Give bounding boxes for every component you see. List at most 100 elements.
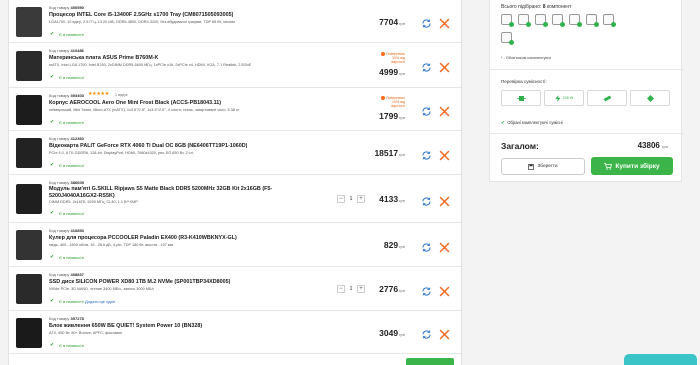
check-icon: ✔ xyxy=(50,254,55,260)
component-row: Код товару 400550 Процесор INTEL Core i5-… xyxy=(9,0,461,43)
product-specs: ATX, 650 Вт, 80+ Bronze, APFC, фіксовані xyxy=(49,331,122,335)
check-icon: ✔ xyxy=(50,298,55,304)
product-code: Код товару 416853 xyxy=(49,228,84,233)
divider xyxy=(490,69,683,70)
rating-stars: ★★★★★ xyxy=(88,91,109,97)
code-value: 408837 xyxy=(70,272,84,277)
product-image[interactable] xyxy=(16,230,42,260)
replace-icon[interactable] xyxy=(421,327,432,339)
product-specs: DIMM DDR5, 2x16ГБ, 5200 МГц, CL40, 1.1 В… xyxy=(49,200,138,204)
price-value: 4133 xyxy=(379,194,399,204)
cpu-icon[interactable] xyxy=(501,14,514,27)
obligatory-note: * - Обов'язкові комплектуючі xyxy=(501,56,552,60)
add-another-link[interactable]: Додати ще один xyxy=(85,299,115,304)
replace-icon[interactable] xyxy=(421,194,432,206)
code-value: 410486 xyxy=(70,48,84,53)
product-image[interactable] xyxy=(16,274,42,304)
compat-title: Перевірка сумісності: xyxy=(501,79,547,84)
increase-button[interactable]: + xyxy=(357,195,365,203)
motherboard-icon[interactable] xyxy=(518,14,531,27)
replace-icon[interactable] xyxy=(421,104,432,116)
reviews-link[interactable]: 1 відгук xyxy=(115,93,127,97)
delete-icon[interactable] xyxy=(439,148,450,160)
product-image[interactable] xyxy=(16,94,42,125)
decrease-button[interactable]: − xyxy=(337,285,345,293)
product-image[interactable] xyxy=(16,6,42,37)
increase-button[interactable]: + xyxy=(357,285,365,293)
product-specs: LGA1700, 10 ядер, 2.5 ГГц, L3 20 МБ, DDR… xyxy=(49,20,235,24)
save-icon xyxy=(528,163,535,170)
product-image[interactable] xyxy=(16,317,42,348)
gpu-icon[interactable] xyxy=(552,14,565,27)
psu-icon[interactable] xyxy=(501,32,514,45)
code-label: Код товару xyxy=(49,316,70,321)
delete-icon[interactable] xyxy=(439,327,450,340)
replace-icon[interactable] xyxy=(421,148,432,160)
delete-icon[interactable] xyxy=(439,16,450,29)
product-price: 2776грн xyxy=(379,284,405,294)
product-specs: PCIe 4.0, 8 ГБ GDDR6, 128-bit, DisplayPo… xyxy=(49,151,194,155)
check-icon: ✔ xyxy=(50,210,55,216)
quantity-stepper[interactable]: −1 + xyxy=(337,285,365,293)
delete-icon[interactable] xyxy=(439,284,450,296)
delete-icon[interactable] xyxy=(439,194,450,206)
cart-icon xyxy=(604,162,613,170)
delete-icon[interactable] xyxy=(439,240,450,252)
product-title[interactable]: Відеокарта PALIT GeForce RTX 4060 Ti Dua… xyxy=(49,143,247,149)
product-specs: медь, 400...1800 об/хв, 16...28.6 дБ, 4-… xyxy=(49,243,174,247)
case-icon[interactable] xyxy=(535,14,548,27)
quantity-value[interactable]: 1 xyxy=(347,286,355,292)
buy-build-button[interactable]: Купити збірку xyxy=(591,157,673,175)
cooler-icon[interactable] xyxy=(586,14,599,27)
check-icon: ✔ xyxy=(50,119,55,125)
quantity-value[interactable]: 1 xyxy=(347,196,355,202)
promo-line: вартості xyxy=(391,59,405,64)
stock-status: Є в наявності xyxy=(59,255,85,260)
next-button[interactable] xyxy=(406,358,454,365)
component-list: Код товару 400550 Процесор INTEL Core i5-… xyxy=(8,0,462,365)
product-title[interactable]: Кулер для процесора PCCOOLER Paladin EX4… xyxy=(49,235,237,241)
replace-icon[interactable] xyxy=(421,284,432,296)
product-title[interactable]: Модуль пам'яті G.SKILL Ripjaws S5 Matte … xyxy=(49,186,272,192)
code-value: 400550 xyxy=(70,5,84,10)
product-title[interactable]: Процесор INTEL Core i5-13400F 2.5GHz s17… xyxy=(49,12,233,18)
check-icon: ✔ xyxy=(50,74,55,80)
product-code: Код товару 386605 xyxy=(49,180,84,185)
product-price: 829грн xyxy=(384,240,405,250)
component-row: Код товару 393403 ★★★★★ 1 відгук Корпус AER… xyxy=(9,88,461,131)
product-image[interactable] xyxy=(16,50,42,81)
product-title[interactable]: Блок живлення 650W BE QUIET! System Powe… xyxy=(49,323,202,329)
quantity-stepper[interactable]: −1 + xyxy=(337,195,365,203)
delete-icon[interactable] xyxy=(439,60,450,73)
product-title-cont[interactable]: 5200J4040A16GX2-RS5K) xyxy=(49,193,115,199)
replace-icon[interactable] xyxy=(421,60,432,72)
replace-icon[interactable] xyxy=(421,16,432,28)
price-value: 4999 xyxy=(379,66,399,77)
replace-icon[interactable] xyxy=(421,240,432,252)
promo-icon xyxy=(381,51,386,56)
delete-icon[interactable] xyxy=(439,104,450,117)
product-title[interactable]: Корпус AEROCOOL Aero One Mini Frost Blac… xyxy=(49,100,221,106)
product-image[interactable] xyxy=(16,184,42,214)
price-value: 3049 xyxy=(379,327,399,338)
save-button[interactable]: Зберегти xyxy=(501,158,585,175)
product-title[interactable]: SSD диск SILICON POWER XD80 1TB M.2 NVMe… xyxy=(49,279,230,285)
product-code: Код товару 410486 xyxy=(49,48,84,53)
product-title[interactable]: Материнська плата ASUS Prime B760M-K xyxy=(49,55,158,61)
price-currency: грн xyxy=(399,70,405,76)
chat-widget[interactable] xyxy=(624,354,697,365)
ram-icon[interactable] xyxy=(569,14,582,27)
cashback-promo: Повернемо 10% від вартості xyxy=(381,52,405,65)
product-image[interactable] xyxy=(16,138,42,168)
bolt-icon xyxy=(555,94,561,102)
decrease-button[interactable]: − xyxy=(337,195,345,203)
price-currency: грн xyxy=(399,198,405,203)
ssd-icon[interactable] xyxy=(603,14,616,27)
component-row: Код товару 410486 Материнська плата ASUS … xyxy=(9,43,461,88)
diamond-icon xyxy=(646,94,654,102)
compat-checks: 326 W xyxy=(501,90,670,106)
price-value: 7704 xyxy=(379,16,399,27)
compat-power-check: 326 W xyxy=(544,90,584,106)
stock-status: Є в наявності xyxy=(59,32,85,37)
price-currency: грн xyxy=(399,114,405,120)
